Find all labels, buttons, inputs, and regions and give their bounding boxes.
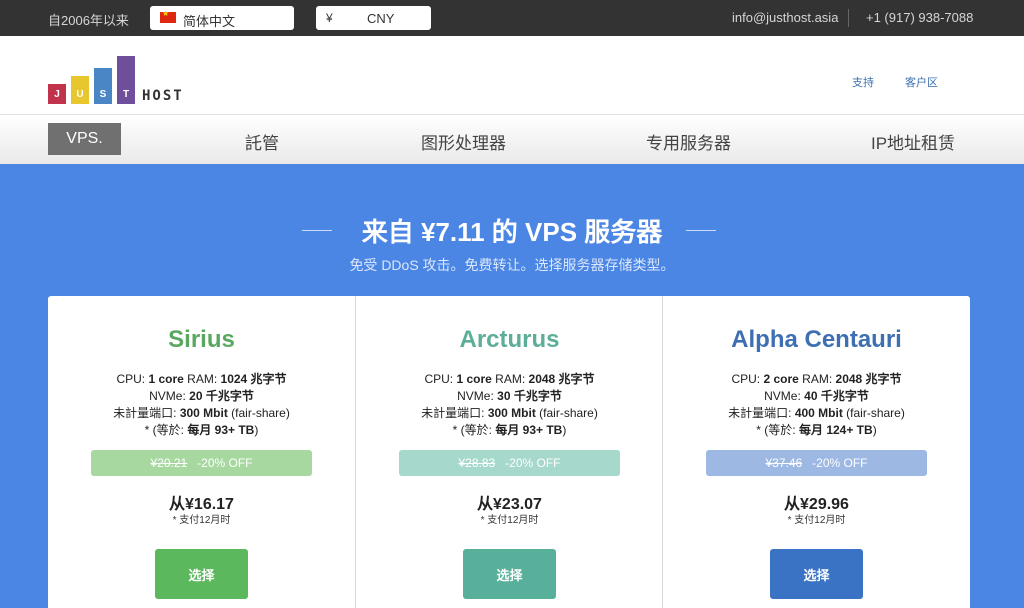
spec-nvme: NVMe: 40 千兆字节: [764, 389, 869, 403]
china-flag-icon: [160, 9, 176, 23]
old-price: ¥20.21: [150, 456, 188, 470]
logo-bar-j: J: [48, 84, 66, 104]
top-bar: 自2006年以来 简体中文 ¥ CNY info@justhost.asia +…: [0, 0, 1024, 36]
spec-cpu-ram: CPU: 1 core RAM: 1024 兆字节: [116, 372, 287, 386]
language-select[interactable]: 简体中文: [150, 6, 294, 30]
logo-letter-j: J: [54, 89, 60, 100]
spec-port: 未計量端口: 400 Mbit (fair-share): [728, 406, 905, 420]
nav-item-vps[interactable]: VPS.: [48, 123, 121, 155]
topbar-divider: [848, 9, 849, 27]
discount-label: -20% OFF: [812, 456, 868, 470]
spec-traffic: * (等於: 每月 93+ TB): [144, 423, 259, 437]
logo-letter-s: S: [99, 89, 107, 100]
discount-label: -20% OFF: [505, 456, 561, 470]
hero-subtitle: 免受 DDoS 攻击。免费转让。选择服务器存储类型。: [349, 257, 675, 273]
header: J U S T HOST 支持 客户区: [0, 36, 1024, 114]
plan-name: Alpha Centauri: [731, 326, 902, 353]
phone-link[interactable]: +1 (917) 938-7088: [866, 10, 973, 25]
spec-nvme: NVMe: 20 千兆字节: [149, 389, 254, 403]
pay-note: * 支付12月时: [787, 515, 846, 526]
spec-port: 未計量端口: 300 Mbit (fair-share): [421, 406, 598, 420]
plan-name: Sirius: [168, 326, 235, 353]
spec-traffic: * (等於: 每月 93+ TB): [452, 423, 567, 437]
discount-badge: ¥37.46 -20% OFF: [706, 450, 927, 476]
email-link[interactable]: info@justhost.asia: [732, 10, 838, 25]
spec-port: 未計量端口: 300 Mbit (fair-share): [113, 406, 290, 420]
nav-item-ip-lease[interactable]: IP地址租赁: [871, 129, 955, 154]
logo-bar-s: S: [94, 68, 112, 104]
nav-item-dedicated[interactable]: 专用服务器: [646, 129, 731, 154]
logo-bar-u: U: [71, 76, 89, 104]
old-price: ¥37.46: [765, 456, 803, 470]
spec-nvme: NVMe: 30 千兆字节: [457, 389, 562, 403]
choose-button[interactable]: 选择: [770, 549, 863, 599]
spec-cpu-ram: CPU: 1 core RAM: 2048 兆字节: [424, 372, 595, 386]
currency-label: CNY: [367, 11, 395, 26]
support-link[interactable]: 支持: [852, 74, 874, 90]
nav-item-gpu[interactable]: 图形处理器: [421, 129, 506, 154]
main-nav: VPS. 託管 图形处理器 专用服务器 IP地址租赁: [0, 114, 1024, 164]
discount-badge: ¥28.83 -20% OFF: [399, 450, 620, 476]
justhost-logo[interactable]: J U S T HOST: [48, 54, 188, 104]
logo-bar-t: T: [117, 56, 135, 104]
plan-card-arcturus: Arcturus CPU: 1 core RAM: 2048 兆字节 NVMe:…: [356, 296, 663, 608]
discount-label: -20% OFF: [197, 456, 253, 470]
client-area-link[interactable]: 客户区: [905, 74, 938, 90]
choose-button[interactable]: 选择: [463, 549, 556, 599]
currency-symbol: ¥: [326, 11, 333, 25]
spec-traffic: * (等於: 每月 124+ TB): [756, 423, 877, 437]
title-rule-right: [686, 230, 716, 231]
logo-letter-u: U: [76, 89, 84, 100]
nav-item-hosting[interactable]: 託管: [245, 129, 279, 154]
logo-letter-t: T: [122, 89, 130, 100]
plan-name: Arcturus: [459, 326, 560, 353]
spec-cpu-ram: CPU: 2 core RAM: 2048 兆字节: [731, 372, 902, 386]
logo-host-text: HOST: [142, 88, 184, 104]
old-price: ¥28.83: [458, 456, 496, 470]
discount-badge: ¥20.21 -20% OFF: [91, 450, 312, 476]
hero-title: 来自 ¥7.11 的 VPS 服务器: [361, 217, 663, 247]
pay-note: * 支付12月时: [172, 515, 231, 526]
choose-button[interactable]: 选择: [155, 549, 248, 599]
since-text: 自2006年以来: [48, 13, 129, 28]
plan-card-alpha-centauri: Alpha Centauri CPU: 2 core RAM: 2048 兆字节…: [663, 296, 970, 608]
pay-note: * 支付12月时: [480, 515, 539, 526]
language-label: 简体中文: [183, 14, 236, 29]
currency-select[interactable]: ¥ CNY: [316, 6, 431, 30]
plan-card-sirius: Sirius CPU: 1 core RAM: 1024 兆字节 NVMe: 2…: [48, 296, 355, 608]
